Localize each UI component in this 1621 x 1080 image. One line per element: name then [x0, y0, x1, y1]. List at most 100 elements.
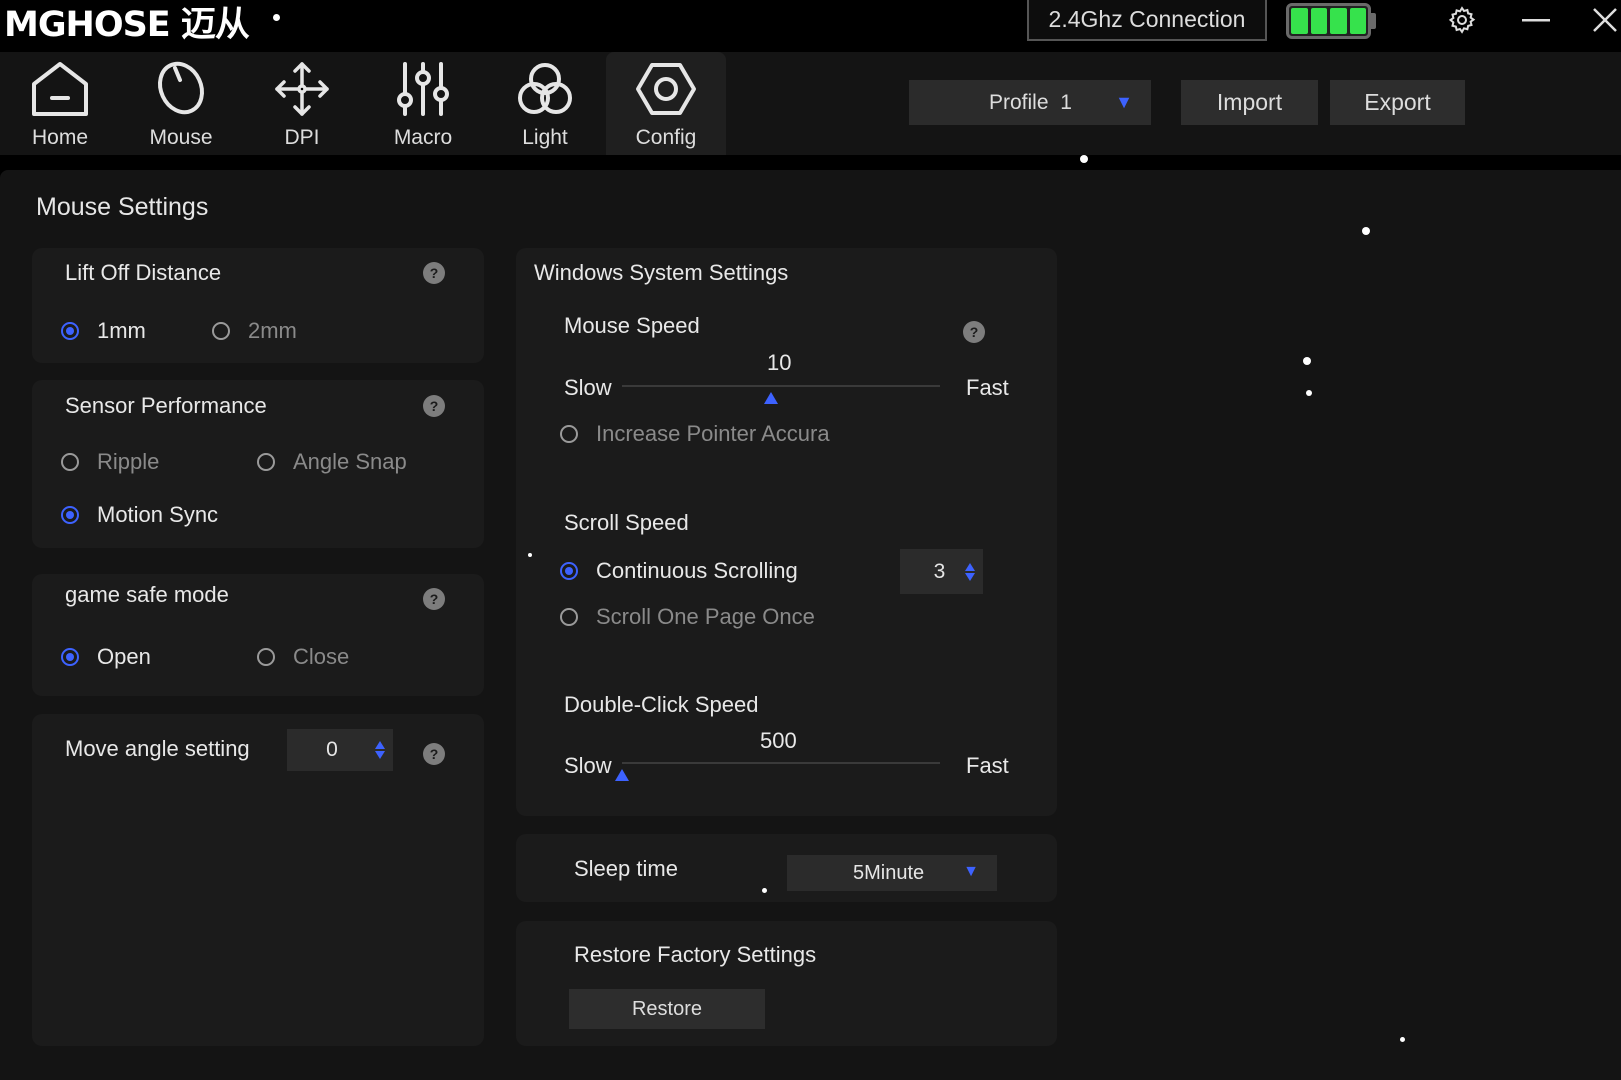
sensor-angle-snap-radio[interactable]: Angle Snap	[257, 449, 407, 475]
nav-config[interactable]: Config	[606, 52, 726, 155]
radio-circle	[61, 648, 79, 666]
nav-dpi[interactable]: DPI	[242, 52, 362, 155]
help-icon[interactable]: ?	[423, 395, 445, 417]
light-circles-icon	[518, 63, 572, 114]
sensor-motion-sync-radio[interactable]: Motion Sync	[61, 502, 218, 528]
mouse-speed-value: 10	[767, 350, 792, 375]
scroll-lines-stepper[interactable]: 3	[900, 549, 983, 594]
nav-home[interactable]: Home	[0, 52, 120, 155]
slider-thumb[interactable]	[615, 769, 629, 781]
radio-label: Close	[293, 644, 350, 669]
mouse-speed-title: Mouse Speed	[564, 313, 700, 338]
nav-label: DPI	[284, 126, 320, 149]
pointer-accuracy-option[interactable]: Increase Pointer Accura	[560, 421, 830, 447]
radio-circle	[257, 453, 275, 471]
stepper-arrows[interactable]	[375, 741, 385, 759]
slider-thumb[interactable]	[764, 392, 779, 404]
radio-label: Increase Pointer Accura	[596, 421, 830, 446]
double-click-slider[interactable]	[615, 755, 940, 785]
double-click-value: 500	[760, 728, 797, 753]
windows-settings-title: Windows System Settings	[534, 260, 789, 285]
minimize-button[interactable]	[1512, 0, 1560, 40]
move-angle-card	[32, 714, 484, 1046]
radio-circle	[560, 562, 578, 580]
game-safe-close-radio[interactable]: Close	[257, 644, 349, 670]
decrement-arrow-icon[interactable]	[375, 751, 385, 759]
connection-status: 2.4Ghz Connection	[1027, 0, 1267, 41]
decorative-dot	[762, 888, 767, 893]
stepper-arrows[interactable]	[965, 562, 975, 581]
chevron-down-icon: ▼	[1115, 92, 1133, 112]
sensor-title: Sensor Performance	[65, 393, 267, 418]
radio-label: Motion Sync	[97, 502, 219, 527]
slider-track	[622, 385, 940, 387]
radio-circle	[61, 322, 79, 340]
scroll-one-page-radio[interactable]: Scroll One Page Once	[560, 604, 815, 630]
increment-arrow-icon[interactable]	[375, 741, 385, 749]
scroll-speed-title: Scroll Speed	[564, 510, 689, 535]
mouse-icon	[158, 61, 204, 115]
battery-cell	[1330, 8, 1347, 34]
lift-off-2mm-radio[interactable]: 2mm	[212, 318, 297, 344]
decorative-dot	[1080, 155, 1088, 163]
nav-label: Mouse	[149, 126, 213, 149]
battery-cell	[1310, 8, 1327, 34]
continuous-scrolling-radio[interactable]: Continuous Scrolling	[560, 558, 798, 584]
chevron-down-icon: ▼	[963, 863, 979, 880]
battery-tip	[1371, 13, 1376, 29]
home-icon	[32, 62, 88, 116]
mouse-speed-slider[interactable]	[622, 378, 940, 408]
nav-label: Config	[635, 126, 697, 149]
move-angle-stepper[interactable]: 0	[287, 729, 393, 771]
nav-macro[interactable]: Macro	[363, 52, 483, 155]
restore-button[interactable]: Restore	[569, 989, 765, 1029]
export-button[interactable]: Export	[1330, 80, 1465, 125]
lift-off-1mm-radio[interactable]: 1mm	[61, 318, 146, 344]
decorative-dot	[1306, 390, 1312, 396]
settings-button[interactable]	[1438, 0, 1486, 40]
profile-select[interactable]: Profile 1 ▼	[909, 80, 1151, 125]
mouse-speed-slow-label: Slow	[564, 375, 612, 400]
radio-circle	[560, 608, 578, 626]
help-icon[interactable]: ?	[423, 588, 445, 610]
macro-sliders-icon	[397, 62, 449, 116]
close-button[interactable]	[1581, 0, 1621, 40]
move-angle-title: Move angle setting	[65, 736, 250, 761]
increment-arrow-icon[interactable]	[965, 562, 975, 571]
help-icon[interactable]: ?	[423, 262, 445, 284]
radio-label: 1mm	[97, 318, 146, 343]
battery-indicator	[1286, 3, 1371, 39]
radio-circle	[61, 506, 79, 524]
close-icon	[1593, 8, 1617, 32]
sleep-time-select[interactable]: 5Minute ▼	[787, 855, 997, 891]
decrement-arrow-icon[interactable]	[965, 572, 975, 581]
slider-track	[622, 762, 940, 764]
app-logo: MGHOSE 迈从	[4, 5, 250, 45]
help-icon[interactable]: ?	[963, 321, 985, 343]
double-click-fast-label: Fast	[966, 753, 1009, 778]
radio-label: Continuous Scrolling	[596, 558, 798, 583]
radio-label: Angle Snap	[293, 449, 407, 474]
nav-light[interactable]: Light	[485, 52, 605, 155]
sleep-time-label: Sleep time	[574, 856, 678, 881]
game-safe-open-radio[interactable]: Open	[61, 644, 151, 670]
sleep-time-value: 5Minute	[853, 861, 925, 884]
profile-value: Profile 1	[989, 90, 1072, 114]
mouse-speed-fast-label: Fast	[966, 375, 1009, 400]
nav-label: Light	[522, 126, 568, 149]
page-title: Mouse Settings	[36, 193, 209, 221]
sensor-ripple-radio[interactable]: Ripple	[61, 449, 159, 475]
game-safe-title: game safe mode	[65, 582, 229, 607]
nav-mouse[interactable]: Mouse	[121, 52, 241, 155]
double-click-title: Double-Click Speed	[564, 692, 759, 717]
help-icon[interactable]: ?	[423, 743, 445, 765]
gear-icon	[1448, 6, 1476, 34]
decorative-dot	[1400, 1037, 1405, 1042]
restore-title: Restore Factory Settings	[574, 942, 817, 967]
lift-off-title: Lift Off Distance	[65, 260, 222, 285]
minimize-icon	[1522, 19, 1550, 22]
radio-label: Open	[97, 644, 151, 669]
decorative-dot	[1303, 357, 1311, 365]
import-button[interactable]: Import	[1181, 80, 1318, 125]
stepper-value: 3	[933, 559, 946, 583]
